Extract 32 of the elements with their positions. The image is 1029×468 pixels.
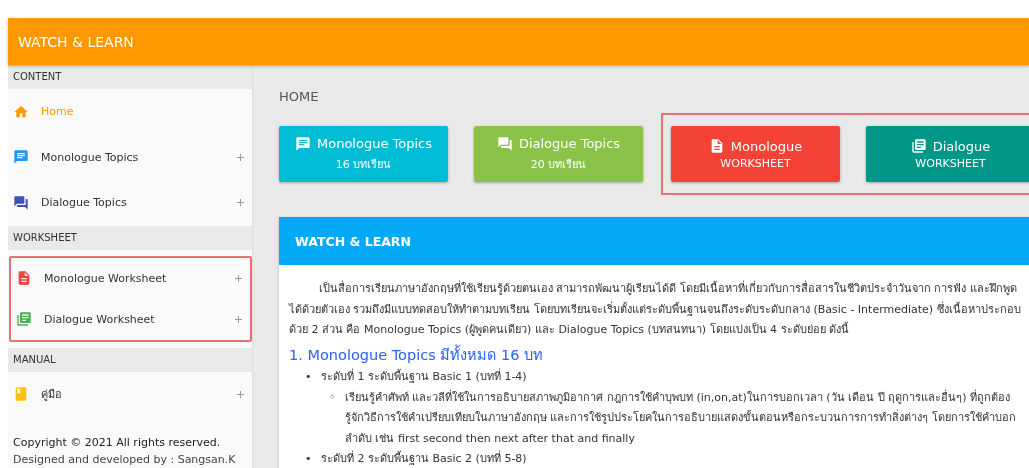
chat-bubbles-icon <box>496 135 513 152</box>
section-header: WORKSHEET <box>8 225 252 250</box>
home-icon <box>13 103 29 120</box>
message-icon <box>295 135 311 152</box>
section-heading: 1. Monologue Topics มีทั้งหมด 16 บท <box>289 344 544 365</box>
message-icon <box>13 149 29 166</box>
intro-paragraph: เป็นสื่อการเรียนภาษาอังกฤษที่ใช้เรียนรู้ด้วยตนเอง สามารถพัฒนาผู้เรียนได้ดี โดยมีเนื้อหาที่เกี่ยวกับการสื่อสารในชีวิตประจำวันจาก การฟัง และฝึกพูดได้ด้วยตัวเอง รวมถึงมีแบบทดสอบให้ทำตามบทเรียน โดยบทเรียนจะเริ่มตั้งแต่ระดับพื้นฐานจนถึงระดับระดับกลาง (Basic - Intermediate) ซึ่งเนื้อหาประกอบด้วย 2 ส่วน คือ Monologue Topics (ผู้พูดคนเดียว) และ Dialogue Topics (บทสนทนา) โดยแบ่งเป็น 4 ระดับย่อย ดังนี้ <box>289 279 1022 338</box>
list-text: ระดับที่ 2 ระดับพื้นฐาน Basic 2 (บทที่ 5-8) <box>321 452 527 465</box>
bullet: • <box>305 369 313 385</box>
book-icon <box>13 386 29 403</box>
section-header: CONTENT <box>8 65 252 89</box>
bullet: ◦ <box>329 389 337 406</box>
topic-card[interactable]: Monologue WORKSHEET <box>671 126 840 182</box>
stacked-pages-icon <box>16 311 32 327</box>
list-text: เรียนรู้คำศัพท์ และวลีที่ใช้ในการอธิบายสภาพภูมิอากาศ กฎการใช้คำบุพบท (in,on,at)ในการบอกเวลา (วัน เดือน ปี ฤดูการและอื่นๆ) ที่ถูกต้อง รู้จักวิธีการใช้คำเปรียบเทียบในภาษาอังกฤษ และการใช้รูปประโยคในการอธิบายแสดงขั้นตอนหรือกระบวนการการทำสิ่งต่างๆ โดยการใช้คำบอกลำดับ เช่น first second then next after that and finally <box>345 390 1016 445</box>
bullet: • <box>305 451 313 467</box>
chat-bubbles-icon <box>13 194 29 211</box>
footer-text: Designed and developed by : Sangsan.K <box>13 452 237 468</box>
sidebar-item[interactable]: Dialogue Worksheet <box>11 298 250 340</box>
app-title: WATCH & LEARN <box>18 33 134 50</box>
footer-text: Copyright © 2021 All rights reserved. <box>13 435 222 451</box>
panel-title: WATCH & LEARN <box>279 217 1029 265</box>
section-header: MANUAL <box>8 347 252 372</box>
topic-card[interactable]: Dialogue WORKSHEET <box>866 126 1029 182</box>
sidebar-item[interactable]: คู่มือ <box>8 371 252 417</box>
sidebar-item[interactable]: Monologue Worksheet <box>11 257 250 299</box>
stacked-pages-icon <box>910 138 927 154</box>
document-icon <box>16 270 32 286</box>
breadcrumb: HOME <box>279 89 320 104</box>
list-text: ระดับที่ 1 ระดับพื้นฐาน Basic 1 (บทที่ 1-4) <box>321 370 527 383</box>
sidebar-item[interactable]: Dialogue Topics <box>8 180 252 226</box>
sidebar-item[interactable]: Monologue Topics <box>8 134 252 180</box>
